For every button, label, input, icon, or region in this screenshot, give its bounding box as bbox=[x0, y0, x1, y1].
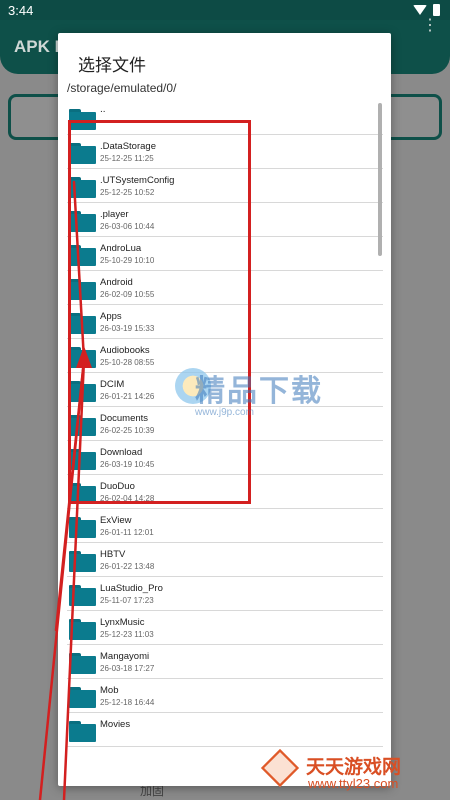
highlight-box bbox=[68, 120, 251, 504]
folder-icon bbox=[69, 619, 96, 640]
folder-icon bbox=[69, 585, 96, 606]
overflow-menu-icon[interactable]: ⋮ bbox=[422, 18, 438, 34]
folder-item[interactable]: LynxMusic 25-12-23 11:03 bbox=[67, 611, 383, 645]
current-path: /storage/emulated/0/ bbox=[67, 81, 177, 95]
folder-name: .. bbox=[100, 104, 106, 115]
folder-date: 26-03-18 17:27 bbox=[100, 664, 155, 673]
folder-item[interactable]: Mangayomi 26-03-18 17:27 bbox=[67, 645, 383, 679]
status-bar: 3:44 bbox=[0, 0, 450, 20]
folder-icon bbox=[69, 721, 96, 742]
folder-name: Mob bbox=[100, 685, 119, 696]
folder-name: HBTV bbox=[100, 549, 126, 560]
folder-name: LuaStudio_Pro bbox=[100, 583, 163, 594]
folder-date: 25-12-23 11:03 bbox=[100, 630, 154, 639]
status-icons bbox=[413, 4, 440, 16]
folder-item[interactable]: LuaStudio_Pro 25-11-07 17:23 bbox=[67, 577, 383, 611]
corner-watermark-url: www.ttyl23.com bbox=[308, 776, 399, 791]
folder-date: 25-11-07 17:23 bbox=[100, 596, 154, 605]
folder-item[interactable]: Movies bbox=[67, 713, 383, 747]
folder-item[interactable]: HBTV 26-01-22 13:48 bbox=[67, 543, 383, 577]
folder-name: ExView bbox=[100, 515, 132, 526]
folder-name: Mangayomi bbox=[100, 651, 150, 662]
folder-name: LynxMusic bbox=[100, 617, 145, 628]
folder-name: Movies bbox=[100, 719, 131, 730]
status-time: 3:44 bbox=[8, 2, 34, 18]
folder-date: 25-12-18 16:44 bbox=[100, 698, 155, 707]
folder-icon bbox=[69, 517, 96, 538]
battery-icon bbox=[433, 4, 440, 16]
folder-date: 26-01-11 12:01 bbox=[100, 528, 154, 537]
wifi-icon bbox=[413, 5, 427, 15]
watermark-url: www.j9p.com bbox=[195, 407, 254, 418]
folder-date: 26-01-22 13:48 bbox=[100, 562, 155, 571]
folder-item[interactable]: Mob 25-12-18 16:44 bbox=[67, 679, 383, 713]
scrollbar[interactable] bbox=[378, 103, 382, 256]
dialog-title: 选择文件 bbox=[78, 56, 146, 75]
folder-icon bbox=[69, 653, 96, 674]
corner-watermark-text: 天天游戏网 bbox=[306, 757, 402, 778]
folder-icon bbox=[69, 687, 96, 708]
folder-item[interactable]: ExView 26-01-11 12:01 bbox=[67, 509, 383, 543]
folder-icon bbox=[69, 551, 96, 572]
watermark-text: 精品下载 bbox=[195, 375, 323, 408]
